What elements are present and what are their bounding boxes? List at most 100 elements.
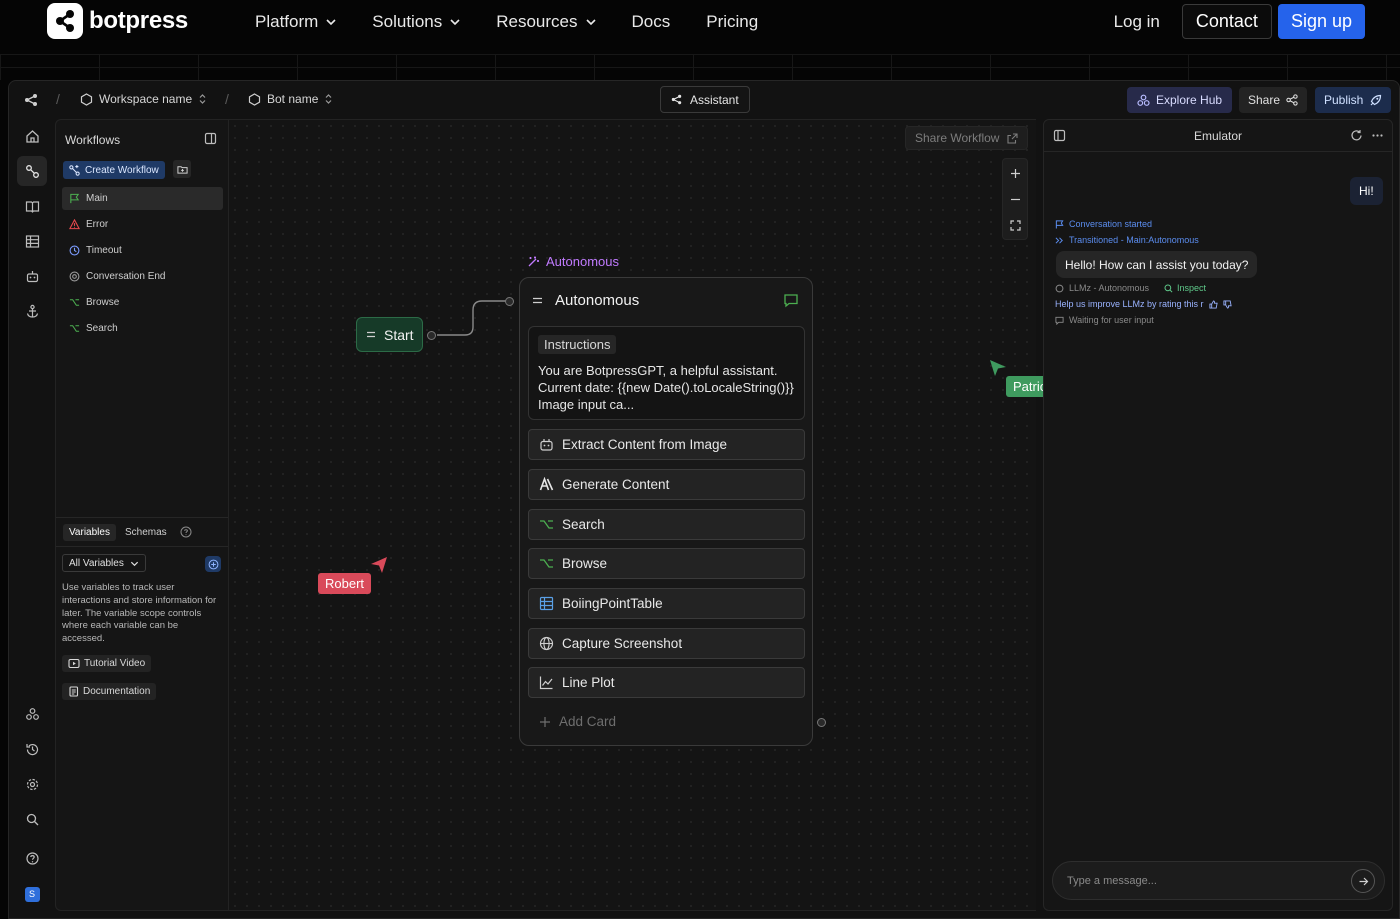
send-button[interactable] xyxy=(1351,869,1375,893)
publish-button[interactable]: Publish xyxy=(1315,87,1392,113)
workflow-item-label: Timeout xyxy=(86,245,122,256)
flag-icon xyxy=(70,193,80,204)
autonomous-node[interactable]: Autonomous Instructions You are Botpress… xyxy=(519,277,813,746)
workflow-item-conversation-end[interactable]: Conversation End xyxy=(62,265,223,288)
nav-docs[interactable]: Docs xyxy=(632,10,671,34)
chat-bubble-icon[interactable] xyxy=(783,293,799,308)
card-boiingpointtable[interactable]: BoiingPointTable xyxy=(528,588,805,619)
llm-status: LLMz - Autonomous xyxy=(1055,283,1149,293)
add-folder-button[interactable] xyxy=(173,160,191,178)
flag-icon xyxy=(1055,219,1064,229)
start-node[interactable]: Start xyxy=(356,317,423,352)
start-output-port[interactable] xyxy=(427,331,436,340)
workflow-item-timeout[interactable]: Timeout xyxy=(62,239,223,262)
settings-gear-icon[interactable] xyxy=(17,769,47,799)
anthropic-icon xyxy=(539,477,554,491)
nav-pricing[interactable]: Pricing xyxy=(706,10,758,34)
nav-pricing-label: Pricing xyxy=(706,12,759,31)
card-browse[interactable]: Browse xyxy=(528,548,805,579)
instructions-text: You are BotpressGPT, a helpful assistant… xyxy=(538,363,794,412)
waiting-status: Waiting for user input xyxy=(1055,315,1154,325)
workflows-icon[interactable] xyxy=(17,156,47,186)
explore-hub-button[interactable]: Explore Hub xyxy=(1127,87,1233,113)
llm-status-text: LLMz - Autonomous xyxy=(1069,283,1150,293)
add-variable-button[interactable] xyxy=(205,556,221,572)
anchor-icon[interactable] xyxy=(17,296,47,326)
workflow-item-main[interactable]: Main xyxy=(62,187,223,210)
card-label: BoiingPointTable xyxy=(562,596,663,611)
rating-prompt[interactable]: Help us improve LLMz by rating this r xyxy=(1055,299,1232,309)
refresh-icon[interactable] xyxy=(1350,129,1363,142)
share-button[interactable]: Share xyxy=(1239,87,1308,113)
assistant-button[interactable]: Assistant xyxy=(660,86,750,113)
create-workflow-label: Create Workflow xyxy=(85,164,159,176)
card-extract-content-from-image[interactable]: Extract Content from Image xyxy=(528,429,805,460)
search-icon[interactable] xyxy=(17,804,47,834)
status-circle-icon xyxy=(1055,284,1064,292)
history-icon[interactable] xyxy=(17,734,47,764)
thumbs-down-icon[interactable] xyxy=(1223,299,1232,309)
workflow-item-label: Error xyxy=(86,219,109,230)
contact-button[interactable]: Contact xyxy=(1181,4,1272,39)
card-generate-content[interactable]: Generate Content xyxy=(528,469,805,500)
chevron-updown-icon xyxy=(325,94,332,104)
documentation-button[interactable]: Documentation xyxy=(62,683,157,700)
nav-platform[interactable]: Platform xyxy=(255,10,336,34)
workflow-item-search[interactable]: Search xyxy=(62,317,223,340)
help-circle-icon[interactable] xyxy=(180,526,192,538)
user-avatar[interactable]: S xyxy=(17,879,47,909)
knowledge-book-icon[interactable] xyxy=(17,191,47,221)
card-line-plot[interactable]: Line Plot xyxy=(528,667,805,698)
tutorial-video-button[interactable]: Tutorial Video xyxy=(62,655,152,672)
autonomous-output-port[interactable] xyxy=(817,718,826,727)
autonomous-input-port[interactable] xyxy=(505,297,514,306)
branch-icon xyxy=(540,559,553,568)
inspect-link[interactable]: Inspect xyxy=(1164,283,1206,293)
collaborator-cursor-robert: Robert xyxy=(318,573,372,594)
workflow-item-label: Main xyxy=(86,193,108,204)
botpress-logo[interactable]: botpress xyxy=(47,3,188,39)
line-chart-icon xyxy=(539,676,553,690)
nav-solutions[interactable]: Solutions xyxy=(372,10,460,34)
cursor-arrow-icon xyxy=(988,358,1008,378)
start-label: Start xyxy=(384,326,414,343)
event-text: Transitioned - Main:Autonomous xyxy=(1069,235,1199,245)
card-capture-screenshot[interactable]: Capture Screenshot xyxy=(528,628,805,659)
create-workflow-button[interactable]: Create Workflow xyxy=(63,161,165,179)
target-icon xyxy=(69,271,80,282)
event-text: Conversation started xyxy=(1069,219,1153,229)
share-nodes-icon[interactable] xyxy=(24,93,38,107)
workflow-item-error[interactable]: Error xyxy=(62,213,223,236)
workflow-item-browse[interactable]: Browse xyxy=(62,291,223,314)
integrations-icon[interactable] xyxy=(17,699,47,729)
help-icon[interactable] xyxy=(17,843,47,873)
bot-selector[interactable]: Bot name xyxy=(248,92,333,106)
table-icon[interactable] xyxy=(17,226,47,256)
thumbs-up-icon[interactable] xyxy=(1209,299,1218,309)
nav-resources[interactable]: Resources xyxy=(496,10,596,34)
workspace-selector[interactable]: Workspace name xyxy=(80,92,207,106)
card-label: Extract Content from Image xyxy=(562,437,728,452)
card-search[interactable]: Search xyxy=(528,509,805,540)
branch-icon xyxy=(69,299,80,306)
home-icon[interactable] xyxy=(17,121,47,151)
agent-robot-icon[interactable] xyxy=(17,261,47,291)
login-link[interactable]: Log in xyxy=(1114,12,1160,32)
instructions-tag: Instructions xyxy=(538,335,617,354)
signup-button[interactable]: Sign up xyxy=(1277,4,1365,39)
nav-resources-label: Resources xyxy=(496,12,578,31)
tab-schemas[interactable]: Schemas xyxy=(119,524,173,541)
workflow-canvas[interactable]: Share Workflow Start Autonomous Autonomo… xyxy=(229,119,1060,911)
drag-handle-icon[interactable] xyxy=(532,296,543,305)
chevron-down-icon xyxy=(326,19,336,26)
instructions-card[interactable]: Instructions You are BotpressGPT, a help… xyxy=(528,326,805,420)
all-variables-dropdown[interactable]: All Variables xyxy=(62,554,146,572)
add-card-button[interactable]: Add Card xyxy=(539,714,616,729)
message-input[interactable] xyxy=(1067,871,1337,891)
collapse-panel-icon[interactable] xyxy=(204,132,217,145)
tab-variables[interactable]: Variables xyxy=(63,524,116,541)
left-icon-rail: S xyxy=(9,119,55,918)
warning-icon xyxy=(69,219,80,230)
share-nodes-icon xyxy=(671,94,682,105)
more-options-icon[interactable] xyxy=(1371,129,1384,142)
